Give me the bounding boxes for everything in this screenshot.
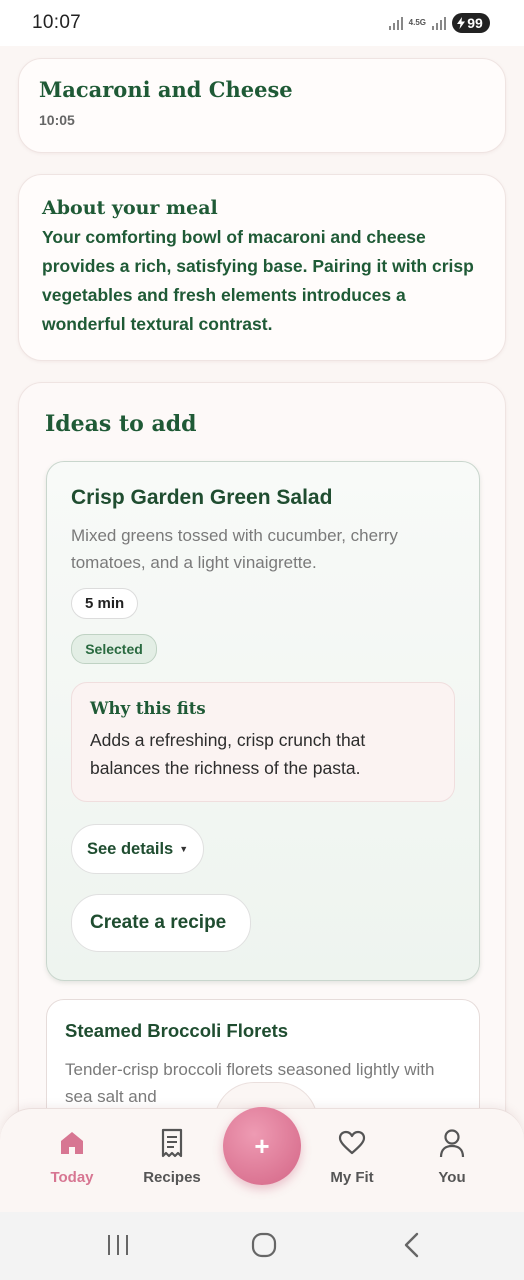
back-icon[interactable] (400, 1232, 422, 1258)
meal-time: 10:05 (39, 112, 75, 128)
battery-level: 99 (467, 15, 483, 31)
meal-title: Macaroni and Cheese (39, 77, 293, 102)
idea-title: Crisp Garden Green Salad (71, 486, 333, 509)
nav-item-recipes[interactable]: Recipes (132, 1127, 212, 1186)
see-details-label: See details (87, 839, 174, 858)
nav-label: You (438, 1169, 466, 1186)
signal-icon-2 (432, 16, 446, 30)
nav-item-you[interactable]: You (412, 1127, 492, 1186)
system-nav-bar (0, 1212, 524, 1280)
idea-card-selected[interactable]: Crisp Garden Green Salad Mixed greens to… (46, 461, 480, 981)
nav-label: My Fit (330, 1169, 374, 1186)
nav-item-my-fit[interactable]: My Fit (312, 1127, 392, 1186)
home-button-icon[interactable] (250, 1232, 278, 1258)
about-title: About your meal (42, 197, 218, 219)
status-indicators: 4.5G 99 (388, 13, 490, 33)
charging-bolt-icon (457, 17, 466, 29)
create-recipe-button[interactable]: Create a recipe (71, 894, 251, 952)
why-title: Why this fits (90, 699, 206, 718)
recent-apps-icon[interactable] (105, 1232, 131, 1258)
nav-label: Today (50, 1169, 94, 1186)
idea-description: Mixed greens tossed with cucumber, cherr… (71, 526, 398, 572)
dropdown-arrow-icon: ▼ (179, 844, 189, 854)
signal-icon (388, 16, 403, 30)
time-chip: 5 min (71, 588, 139, 619)
home-icon (61, 1132, 83, 1154)
why-text: Adds a refreshing, crisp crunch that bal… (90, 730, 366, 778)
see-details-button[interactable]: See details ▼ (71, 824, 205, 874)
ideas-title: Ideas to add (45, 411, 197, 437)
plus-icon: + (254, 1130, 270, 1161)
status-time: 10:07 (32, 12, 82, 33)
about-meal-card: About your meal Your comforting bowl of … (18, 174, 506, 361)
status-bar: 10:07 4.5G 99 (0, 0, 524, 46)
heart-icon (338, 1130, 366, 1155)
why-this-fits-box: Why this fits Adds a refreshing, crisp c… (71, 682, 455, 802)
idea-title: Steamed Broccoli Florets (65, 1020, 289, 1041)
meal-card[interactable]: Macaroni and Cheese 10:05 (18, 58, 506, 153)
selected-badge: Selected (71, 634, 157, 664)
battery-indicator: 99 (452, 13, 490, 33)
add-fab-button[interactable]: + (223, 1107, 301, 1185)
nav-item-today[interactable]: Today (32, 1127, 112, 1186)
about-text: Your comforting bowl of macaroni and che… (42, 227, 474, 334)
nav-label: Recipes (143, 1169, 201, 1186)
network-type: 4.5G (408, 18, 426, 27)
receipt-icon (161, 1128, 183, 1158)
person-icon (439, 1129, 465, 1158)
